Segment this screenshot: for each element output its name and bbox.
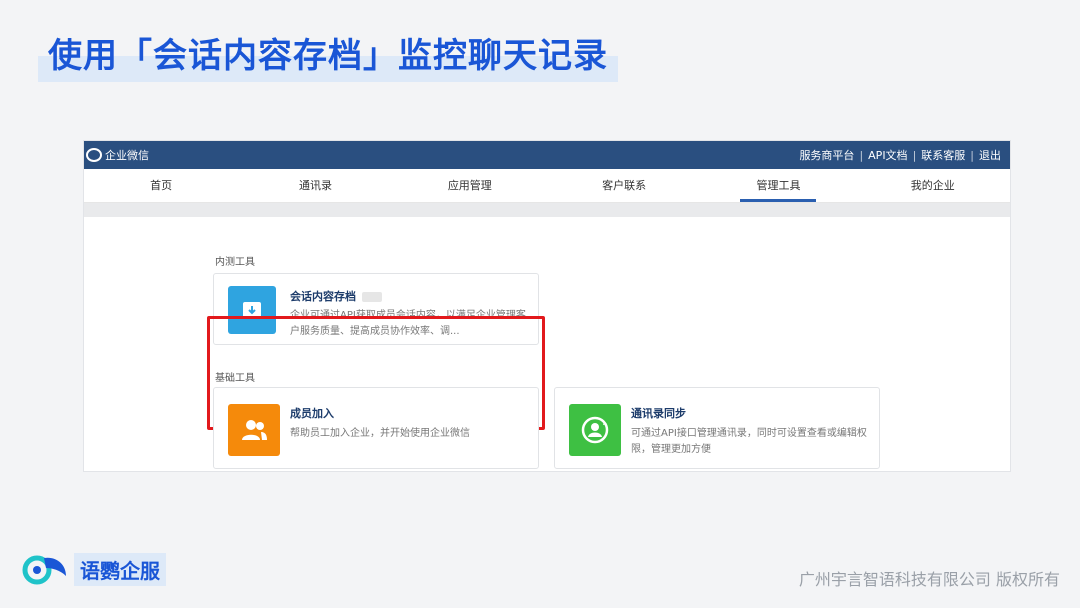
topbar-link-provider[interactable]: 服务商平台 bbox=[794, 147, 859, 163]
parrot-logo-icon bbox=[22, 554, 68, 586]
beta-tag bbox=[362, 292, 382, 302]
footer-logo: 语鹦企服 bbox=[22, 553, 166, 586]
main-nav: 首页 通讯录 应用管理 客户联系 管理工具 我的企业 bbox=[84, 169, 1010, 203]
section-label-basic: 基础工具 bbox=[215, 373, 255, 384]
embedded-screenshot: 企业微信 服务商平台 | API文档 | 联系客服 | 退出 首页 通讯录 应用… bbox=[84, 141, 1010, 471]
section-label-internal: 内测工具 bbox=[215, 257, 255, 268]
divider: | bbox=[912, 148, 917, 162]
slide-title: 使用「会话内容存档」监控聊天记录 bbox=[38, 30, 618, 82]
card-contacts-sync[interactable]: 通讯录同步 可通过API接口管理通讯录，同时可设置查看或编辑权限，管理更加方便 bbox=[554, 387, 880, 469]
topbar-link-support[interactable]: 联系客服 bbox=[916, 147, 970, 163]
card-sync-title: 通讯录同步 bbox=[631, 407, 686, 420]
nav-contacts[interactable]: 通讯录 bbox=[238, 169, 392, 202]
topbar-link-logout[interactable]: 退出 bbox=[974, 147, 1006, 163]
footer-logo-text: 语鹦企服 bbox=[74, 553, 166, 586]
nav-my-enterprise[interactable]: 我的企业 bbox=[856, 169, 1010, 202]
tools-content: 内测工具 会话内容存档 企业可通过API获取成员会话内容，以满足企业管理客户服务… bbox=[84, 217, 1010, 471]
members-icon bbox=[228, 404, 280, 456]
card-member-desc: 帮助员工加入企业，并开始使用企业微信 bbox=[290, 428, 470, 439]
divider: | bbox=[859, 148, 864, 162]
card-archive-title: 会话内容存档 bbox=[290, 288, 382, 304]
wecom-brand[interactable]: 企业微信 bbox=[86, 147, 149, 163]
card-member-join[interactable]: 成员加入 帮助员工加入企业，并开始使用企业微信 bbox=[213, 387, 539, 469]
nav-customer-contact[interactable]: 客户联系 bbox=[547, 169, 701, 202]
topbar-links: 服务商平台 | API文档 | 联系客服 | 退出 bbox=[794, 147, 1006, 163]
wecom-logo-icon bbox=[86, 148, 102, 162]
card-member-title: 成员加入 bbox=[290, 407, 334, 420]
nav-app-management[interactable]: 应用管理 bbox=[393, 169, 547, 202]
nav-home[interactable]: 首页 bbox=[84, 169, 238, 202]
topbar-link-api-docs[interactable]: API文档 bbox=[863, 147, 912, 163]
wecom-brand-label: 企业微信 bbox=[105, 149, 149, 162]
copyright-text: 广州宇言智语科技有限公司 版权所有 bbox=[798, 570, 1060, 589]
card-sync-desc: 可通过API接口管理通讯录，同时可设置查看或编辑权限，管理更加方便 bbox=[631, 428, 867, 455]
wecom-topbar: 企业微信 服务商平台 | API文档 | 联系客服 | 退出 bbox=[84, 141, 1010, 169]
nav-spacer bbox=[84, 203, 1010, 217]
sync-icon bbox=[569, 404, 621, 456]
card-archive-title-text: 会话内容存档 bbox=[290, 290, 356, 303]
nav-management-tools[interactable]: 管理工具 bbox=[701, 169, 855, 202]
divider: | bbox=[970, 148, 974, 162]
